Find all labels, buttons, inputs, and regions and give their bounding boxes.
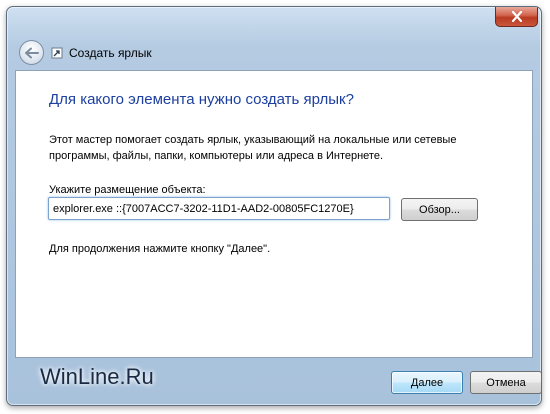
shortcut-wizard-icon: [51, 46, 65, 60]
close-icon: [511, 11, 522, 22]
cancel-button[interactable]: Отмена: [470, 371, 541, 394]
continue-hint: Для продолжения нажмите кнопку "Далее".: [49, 243, 271, 255]
browse-button[interactable]: Обзор...: [401, 198, 478, 221]
window-title: Создать ярлык: [69, 46, 152, 60]
location-field-label: Укажите размещение объекта:: [49, 184, 206, 196]
page-heading: Для какого элемента нужно создать ярлык?: [49, 91, 354, 108]
back-arrow-icon: [24, 47, 39, 58]
wizard-content-panel: Для какого элемента нужно создать ярлык?…: [15, 70, 533, 358]
location-input[interactable]: [48, 197, 390, 220]
back-button[interactable]: [19, 40, 44, 65]
next-button[interactable]: Далее: [391, 371, 463, 394]
create-shortcut-window: Создать ярлык Для какого элемента нужно …: [6, 6, 542, 406]
watermark-text: WinLine.Ru: [40, 364, 154, 389]
wizard-description: Этот мастер помогает создать ярлык, указ…: [49, 134, 457, 162]
close-button[interactable]: [495, 7, 538, 27]
